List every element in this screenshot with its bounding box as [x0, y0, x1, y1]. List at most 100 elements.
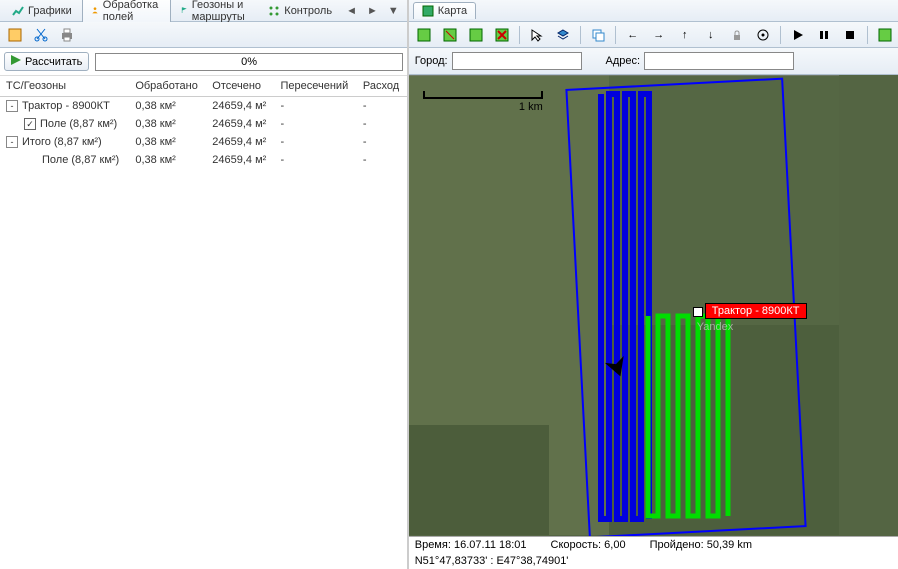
tab-graphs[interactable]: Графики [4, 3, 80, 19]
map-status-bar: Время: 16.07.11 18:01 Скорость: 6,00 Про… [409, 536, 898, 553]
tool-cut-icon[interactable] [30, 24, 52, 46]
status-time: Время: 16.07.11 18:01 [415, 539, 527, 551]
nav-right-icon[interactable]: → [648, 24, 670, 46]
tab-next-icon[interactable]: ► [363, 5, 382, 17]
map-search: Город: Адрес: [409, 48, 898, 75]
calc-label: Рассчитать [25, 56, 82, 68]
row-inter: - [275, 151, 357, 169]
map-toolbar: ← → ↑ ↓ [409, 22, 898, 48]
row-processed: 0,38 км² [129, 151, 206, 169]
coord-bar: N51°47,83733' : E47°38,74901' [409, 553, 898, 569]
stop-icon[interactable] [839, 24, 861, 46]
map-tool-copy-icon[interactable] [587, 24, 609, 46]
row-name: Итого (8,87 км²) [22, 136, 102, 148]
tab-label: Графики [28, 5, 72, 17]
attribution: Yandex [697, 321, 734, 333]
address-label: Адрес: [606, 55, 641, 67]
nav-up-icon[interactable]: ↑ [674, 24, 696, 46]
row-cut: 24659,4 м² [206, 115, 274, 133]
play-icon[interactable] [787, 24, 809, 46]
map-tool-2[interactable] [439, 24, 461, 46]
tab-geozones[interactable]: Геозоны и маршруты [173, 0, 258, 25]
table-row[interactable]: -Итого (8,87 км²) 0,38 км² 24659,4 м² - … [0, 133, 407, 151]
tab-label: Карта [438, 5, 467, 17]
row-name: Поле (8,87 км²) [40, 118, 117, 130]
tree-collapse-icon[interactable]: - [6, 136, 18, 148]
vehicle-label[interactable]: Трактор - 8900КТ [705, 303, 807, 319]
row-processed: 0,38 км² [129, 97, 206, 116]
lock-icon[interactable] [726, 24, 748, 46]
map-scale: 1 km [423, 91, 543, 113]
map-tool-3[interactable] [465, 24, 487, 46]
col-name[interactable]: ТС/Геозоны [0, 76, 129, 97]
map-tool-1[interactable] [413, 24, 435, 46]
progress-row: Рассчитать 0% [0, 48, 407, 76]
separator [867, 26, 868, 44]
map-tool-select-icon[interactable] [526, 24, 548, 46]
col-rate[interactable]: Расход [357, 76, 407, 97]
tab-label: Контроль [284, 5, 332, 17]
target-icon[interactable] [752, 24, 774, 46]
map-tool-last[interactable] [874, 24, 896, 46]
calculate-button[interactable]: Рассчитать [4, 52, 89, 71]
track-green [643, 311, 743, 527]
row-inter: - [275, 115, 357, 133]
direction-arrow-icon [605, 355, 629, 379]
table-row[interactable]: -Трактор - 8900КТ 0,38 км² 24659,4 м² - … [0, 97, 407, 116]
separator [519, 26, 520, 44]
status-distance: Пройдено: 50,39 km [650, 539, 752, 551]
pause-icon[interactable] [813, 24, 835, 46]
row-checkbox[interactable]: ✓ [24, 118, 36, 130]
col-processed[interactable]: Обработано [129, 76, 206, 97]
row-processed: 0,38 км² [129, 133, 206, 151]
row-cut: 24659,4 м² [206, 133, 274, 151]
tool-print-icon[interactable] [56, 24, 78, 46]
dots-icon [268, 5, 280, 17]
left-toolbar [0, 22, 407, 48]
progress-bar: 0% [95, 53, 402, 71]
play-icon [11, 55, 21, 68]
tab-label: Обработка полей [103, 0, 162, 23]
nav-left-icon[interactable]: ← [622, 24, 644, 46]
tab-map[interactable]: Карта [413, 2, 476, 19]
row-cut: 24659,4 м² [206, 151, 274, 169]
map-view[interactable]: 1 km Трактор - 8900КТ Yandex [409, 75, 898, 536]
left-tab-bar: Графики Обработка полей Геозоны и маршру… [0, 0, 407, 22]
tab-prev-icon[interactable]: ◄ [342, 5, 361, 17]
row-name: Трактор - 8900КТ [22, 100, 110, 112]
tab-control[interactable]: Контроль [260, 3, 340, 19]
progress-text: 0% [96, 54, 401, 70]
row-cut: 24659,4 м² [206, 97, 274, 116]
flag-icon [181, 5, 188, 17]
col-cut[interactable]: Отсечено [206, 76, 274, 97]
tab-label: Геозоны и маршруты [192, 0, 251, 23]
tree-collapse-icon[interactable]: - [6, 100, 18, 112]
table-row[interactable]: Поле (8,87 км²) 0,38 км² 24659,4 м² - - [0, 151, 407, 169]
results-table: ТС/Геозоны Обработано Отсечено Пересечен… [0, 76, 407, 169]
row-rate: - [357, 115, 407, 133]
col-inter[interactable]: Пересечений [275, 76, 357, 97]
scale-text: 1 km [423, 101, 543, 113]
row-name: Поле (8,87 км²) [42, 154, 119, 166]
tab-dropdown-icon[interactable]: ▼ [384, 5, 403, 17]
map-tool-delete-icon[interactable] [491, 24, 513, 46]
table-row[interactable]: ✓Поле (8,87 км²) 0,38 км² 24659,4 м² - - [0, 115, 407, 133]
separator [615, 26, 616, 44]
row-inter: - [275, 97, 357, 116]
person-icon [91, 5, 99, 17]
nav-down-icon[interactable]: ↓ [700, 24, 722, 46]
city-input[interactable] [452, 52, 582, 70]
separator [780, 26, 781, 44]
chart-icon [12, 5, 24, 17]
row-rate: - [357, 151, 407, 169]
right-tab-bar: Карта [409, 0, 898, 22]
row-rate: - [357, 133, 407, 151]
row-rate: - [357, 97, 407, 116]
status-speed: Скорость: 6,00 [551, 539, 626, 551]
vehicle-marker[interactable] [693, 307, 703, 317]
address-input[interactable] [644, 52, 794, 70]
city-label: Город: [415, 55, 448, 67]
row-inter: - [275, 133, 357, 151]
tool-1[interactable] [4, 24, 26, 46]
map-tool-layers-icon[interactable] [552, 24, 574, 46]
